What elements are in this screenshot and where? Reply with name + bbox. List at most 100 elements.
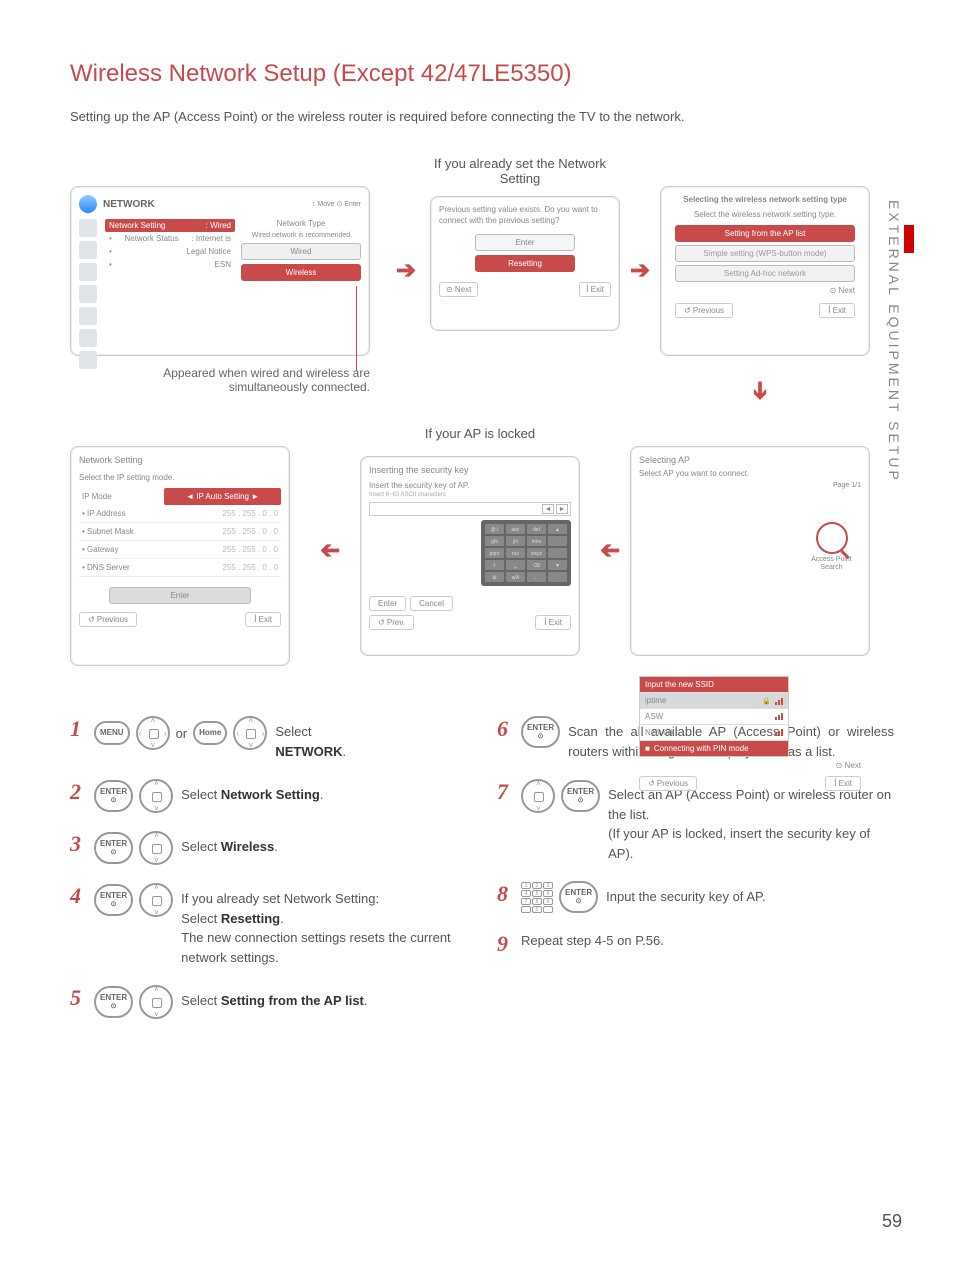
magnifier-icon	[816, 522, 848, 554]
dpad-icon: ˄˅	[139, 779, 173, 813]
panel-a-title: NETWORK	[103, 199, 155, 210]
panel-select-type: Selecting the wireless network setting t…	[660, 186, 870, 356]
panel-c-sub: Select the wireless network setting type…	[669, 210, 861, 219]
page-title: Wireless Network Setup (Except 42/47LE53…	[70, 60, 894, 88]
home-key: Home	[193, 721, 227, 745]
enter-key: ENTER	[94, 986, 133, 1018]
menu-key: MENU	[94, 721, 130, 745]
signal-icon	[775, 729, 783, 736]
ap-search-button[interactable]: Access Point Search	[804, 522, 859, 571]
previous-button[interactable]: ↺ Previous	[79, 612, 137, 627]
numpad-icon: 1234567890	[521, 882, 553, 913]
dpad-icon: ˄˅	[521, 779, 555, 813]
step-number: 5	[70, 987, 86, 1009]
step-number: 3	[70, 833, 86, 855]
page-indicator: Page 1/1	[639, 482, 861, 674]
nav-left[interactable]: ◄	[542, 504, 554, 514]
panel-e-hint: Insert 8~63 ASCII characters	[369, 492, 571, 498]
step-2: 2 ENTER ˄˅ Select Network Setting.	[70, 779, 467, 813]
panel-network-menu: NETWORK ↕ Move ⊙ Enter Network Setting: …	[70, 186, 370, 356]
step-number: 1	[70, 718, 86, 740]
ap-row[interactable]: ASW	[640, 709, 788, 725]
ap-row[interactable]: iptime	[640, 693, 788, 709]
enter-key: ENTER	[521, 716, 560, 748]
step-7: 7 ˄˅ ENTER Select an AP (Access Point) o…	[497, 779, 894, 863]
ip-mode-selector[interactable]: ◄ IP Auto Setting ►	[164, 488, 281, 505]
flow-diagram: If you already set the Network Setting N…	[70, 166, 894, 686]
step-7-text: Select an AP (Access Point) or wireless …	[608, 779, 894, 863]
panel-f-sub: Select the IP setting mode.	[79, 473, 281, 482]
dpad-icon: ˄˅	[139, 883, 173, 917]
step-2-text: Select Network Setting.	[181, 779, 467, 805]
step-4-text: If you already set Network Setting: Sele…	[181, 883, 467, 967]
enter-key: ENTER	[94, 780, 133, 812]
menu-row[interactable]: •Network Status: Internet is	[105, 232, 235, 245]
panel-f-header: Network Setting	[79, 455, 281, 465]
enter-key: ENTER	[94, 884, 133, 916]
nav-right[interactable]: ►	[556, 504, 568, 514]
signal-lock-icon	[762, 697, 783, 705]
page-number: 59	[882, 1211, 902, 1232]
step-3: 3 ENTER ˄˅ Select Wireless.	[70, 831, 467, 865]
wireless-button[interactable]: Wireless	[241, 264, 361, 281]
ip-table: IP Mode◄ IP Auto Setting ► • IP Address2…	[79, 488, 281, 577]
exit-button[interactable]: ꟾ Exit	[245, 612, 281, 627]
exit-button[interactable]: ꟾ Exit	[579, 282, 611, 297]
arrow-icon: ➔	[630, 256, 650, 285]
step-4: 4 ENTER ˄˅ If you already set Network Se…	[70, 883, 467, 967]
enter-button[interactable]: Enter	[369, 596, 406, 611]
onscreen-keyboard[interactable]: @./abcdef▲ ghijklmno pqrstuvwxyz ⇧␣⌫▼ ⊞a…	[481, 520, 571, 586]
panel-selecting-ap: Selecting AP Select AP you want to conne…	[630, 446, 870, 656]
step-number: 4	[70, 885, 86, 907]
opt-ap-list[interactable]: Setting from the AP list	[675, 225, 855, 242]
panel-d-sub: Select AP you want to connect.	[639, 469, 861, 478]
security-key-input[interactable]: ◄►	[369, 502, 571, 516]
panel-b-msg: Previous setting value exists. Do you wa…	[439, 205, 611, 226]
menu-row[interactable]: •ESN	[105, 258, 235, 271]
step-number: 2	[70, 781, 86, 803]
next-label: ⊙ Next	[439, 282, 478, 297]
wired-button[interactable]: Wired	[241, 243, 361, 260]
resetting-button[interactable]: Resetting	[475, 255, 575, 272]
caption-already-set: If you already set the Network Setting	[430, 156, 610, 186]
panel-previous-setting: Previous setting value exists. Do you wa…	[430, 196, 620, 331]
step-number: 7	[497, 781, 513, 803]
ap-search-label: Access Point Search	[804, 556, 859, 571]
panel-e-sub: Insert the security key of AP.	[369, 481, 571, 490]
arrow-left-icon: ➔	[320, 536, 340, 565]
step-9: 9 Repeat step 4-5 on P.56.	[497, 931, 894, 955]
enter-button[interactable]: Enter	[475, 234, 575, 251]
arrow-left-icon: ➔	[600, 536, 620, 565]
previous-button[interactable]: ↺ Previous	[675, 303, 733, 318]
menu-row-selected[interactable]: Network Setting: Wired	[105, 219, 235, 232]
enter-button[interactable]: Enter	[109, 587, 251, 604]
previous-button[interactable]: ↺ Previous	[639, 776, 697, 791]
dpad-icon: ˄˅‹›	[233, 716, 267, 750]
network-type-sub: Wired network is recommended	[241, 232, 361, 239]
step-3-text: Select Wireless.	[181, 831, 467, 857]
exit-button[interactable]: ꟾ Exit	[825, 776, 861, 791]
ap-row[interactable]: Network1	[640, 725, 788, 741]
cancel-button[interactable]: Cancel	[410, 596, 453, 611]
exit-button[interactable]: ꟾ Exit	[819, 303, 855, 318]
step-8-text: Input the security key of AP.	[606, 881, 894, 907]
dpad-icon: ˄˅	[139, 831, 173, 865]
enter-key: ENTER	[94, 832, 133, 864]
network-type-label: Network Type	[241, 219, 361, 228]
prev-button[interactable]: ↺ Prev.	[369, 615, 414, 630]
step-8: 8 1234567890 ENTER Input the security ke…	[497, 881, 894, 913]
arrow-icon: ➔	[396, 256, 416, 285]
menu-row[interactable]: •Legal Notice	[105, 245, 235, 258]
step-number: 6	[497, 718, 513, 740]
caption-ap-locked: If your AP is locked	[390, 426, 570, 441]
pin-mode-button[interactable]: ■ Connecting with PIN mode	[640, 741, 788, 756]
exit-button[interactable]: ꟾ Exit	[535, 615, 571, 630]
arrow-down-icon: ➔	[746, 381, 775, 401]
opt-wps[interactable]: Simple setting (WPS-button mode)	[675, 245, 855, 262]
caption-wired-wireless: Appeared when wired and wireless are sim…	[120, 366, 370, 394]
or-text: or	[176, 726, 188, 741]
input-new-ssid[interactable]: Input the new SSID	[640, 677, 788, 693]
panel-c-header: Selecting the wireless network setting t…	[669, 195, 861, 204]
opt-adhoc[interactable]: Setting Ad-hoc network	[675, 265, 855, 282]
next-label: ⊙ Next	[675, 286, 855, 295]
